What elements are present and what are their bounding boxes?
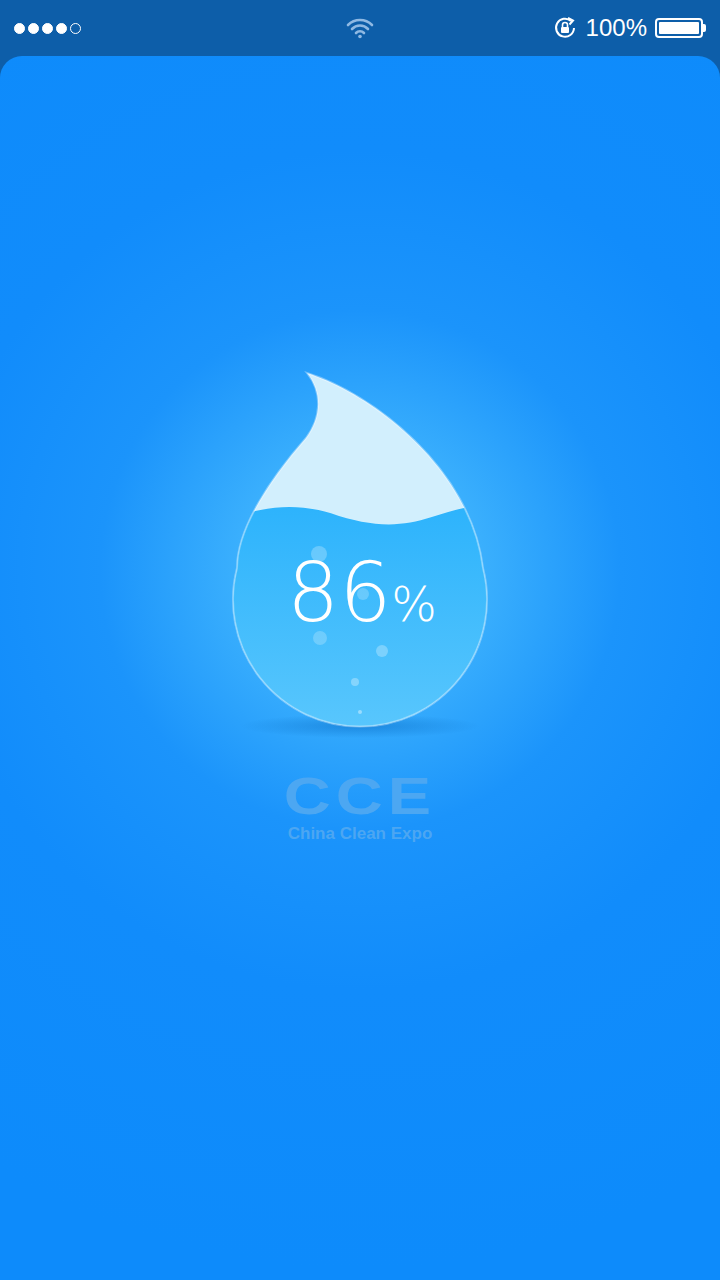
content-panel: 86% CCE China Clean Expo	[0, 56, 720, 1280]
signal-dot	[56, 23, 67, 34]
status-bar: 100%	[0, 0, 720, 56]
signal-dot	[42, 23, 53, 34]
battery-icon	[655, 18, 706, 38]
water-drop-icon: 86%	[231, 368, 491, 748]
splash-screen: 100% 86% CCE China Clean Expo	[0, 0, 720, 1280]
battery-reading: 100%	[586, 14, 647, 42]
progress-unit: %	[391, 576, 437, 632]
rotation-lock-icon	[552, 15, 578, 41]
wifi-icon	[346, 17, 374, 39]
signal-dot	[14, 23, 25, 34]
logo-mark: CCE	[284, 770, 436, 822]
signal-dot	[70, 23, 81, 34]
progress-value: 86%	[287, 545, 437, 640]
signal-icon	[14, 23, 174, 34]
signal-dot	[28, 23, 39, 34]
logo: CCE China Clean Expo	[288, 770, 433, 844]
logo-name: China Clean Expo	[288, 824, 433, 844]
water-fill	[231, 505, 491, 748]
